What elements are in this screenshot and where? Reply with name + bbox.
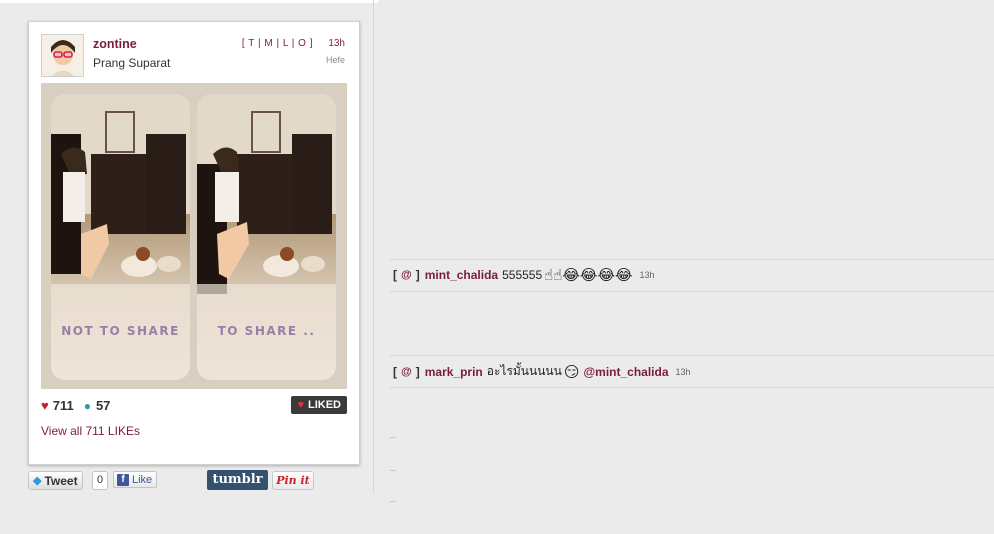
comment-divider [390, 259, 994, 260]
comment-username[interactable]: mark_prin [425, 365, 483, 379]
comment-time: 13h [639, 270, 655, 280]
comment-item: [ @ ] mint_chalida 555555 ☝☝😂😂😂😂 13h [393, 266, 655, 284]
list-tick [390, 437, 396, 438]
post-photo[interactable]: NOT TO SHARE TO SHARE .. [41, 83, 347, 389]
column-divider [373, 0, 374, 494]
speech-bubble-icon[interactable]: ● [84, 399, 91, 413]
post-stats: ♥ 711 ● 57 [41, 398, 110, 413]
top-strip [0, 0, 378, 3]
comment-text: อะไรมั้นนนนน [486, 364, 562, 378]
comment-divider [390, 355, 994, 356]
photo-caption-right: TO SHARE .. [217, 324, 316, 338]
tweet-label: Tweet [44, 473, 78, 488]
comment-divider [390, 291, 994, 292]
comment-emojis: ☝☝😂😂😂😂 [544, 266, 633, 284]
comments-count: 57 [95, 398, 111, 413]
liked-label: LIKED [308, 399, 341, 411]
pin-it-button[interactable]: Pin it [272, 471, 314, 490]
reply-at-button[interactable]: @ [401, 269, 412, 281]
post-filter: Hefe [325, 55, 345, 65]
comment-username[interactable]: mint_chalida [425, 268, 498, 282]
comment-text: 555555 [502, 268, 543, 282]
comment-divider [390, 387, 994, 388]
avatar[interactable] [41, 34, 84, 77]
list-tick [390, 501, 396, 502]
post-full-name: Prang Suparat [93, 56, 171, 70]
comment-emojis: 😏 [563, 362, 580, 381]
heart-icon[interactable]: ♥ [41, 398, 49, 413]
comment-time: 13h [675, 366, 691, 377]
photo-frame-right: TO SHARE .. [197, 94, 336, 380]
reply-at-button[interactable]: @ [401, 366, 412, 378]
list-tick [390, 470, 396, 471]
facebook-like-button[interactable]: f Like [113, 471, 158, 488]
post-links[interactable]: [ T | M | L | O ] [242, 38, 313, 49]
comment-mention[interactable]: @mint_chalida [583, 365, 668, 379]
twitter-bird-icon: ◆ [33, 475, 42, 487]
liked-button[interactable]: ♥ LIKED [291, 396, 347, 414]
tweet-count: 0 [92, 471, 108, 490]
photo-frame-left: NOT TO SHARE [51, 94, 190, 380]
post-username[interactable]: zontine [93, 37, 137, 51]
view-all-likes-link[interactable]: View all 711 LIKEs [41, 424, 140, 438]
post-time: 13h [328, 38, 345, 49]
liked-heart-icon: ♥ [297, 399, 304, 411]
tumblr-button[interactable]: tumblr [207, 470, 268, 490]
facebook-like-label: Like [132, 473, 153, 486]
likes-count: 711 [52, 398, 74, 413]
tweet-button[interactable]: ◆ Tweet [28, 471, 83, 490]
facebook-f-icon: f [117, 473, 129, 486]
photo-caption-left: NOT TO SHARE [61, 324, 180, 338]
comment-item: [ @ ] mark_prin อะไรมั้นนนนน 😏 @mint_cha… [393, 362, 691, 381]
post-card: zontine Prang Suparat [ T | M | L | O ] … [28, 21, 360, 465]
